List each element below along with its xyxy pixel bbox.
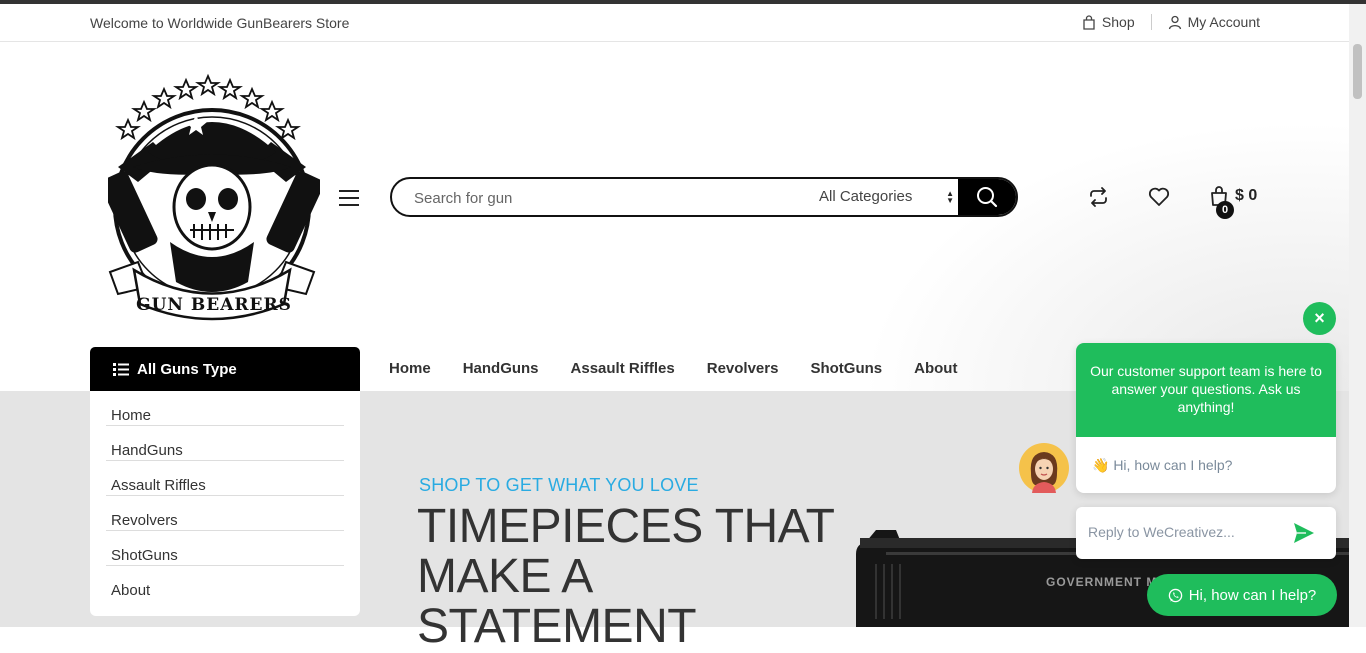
all-guns-type-label: All Guns Type — [137, 360, 237, 378]
logo-text: GUN BEARERS — [136, 295, 292, 315]
select-arrows-icon: ▲ ▼ — [946, 189, 954, 205]
hero-title: TIMEPIECES THAT MAKE A STATEMENT — [417, 500, 834, 653]
page-scrollbar[interactable] — [1349, 4, 1366, 627]
shop-link-label: Shop — [1101, 14, 1135, 30]
shopping-bag-icon — [1083, 14, 1095, 30]
menu-toggle-button[interactable] — [339, 190, 359, 206]
category-item-handguns[interactable]: HandGuns — [106, 426, 344, 461]
cart-count-badge: 0 — [1216, 201, 1234, 219]
all-guns-type-button[interactable]: All Guns Type — [90, 347, 360, 391]
category-select[interactable]: All Categories ▲ ▼ — [819, 179, 954, 215]
nav-handguns[interactable]: HandGuns — [463, 360, 539, 377]
scrollbar-thumb[interactable] — [1353, 44, 1362, 99]
wishlist-heart-icon[interactable] — [1148, 187, 1170, 207]
nav-revolvers[interactable]: Revolvers — [707, 360, 779, 377]
chat-support-message: Our customer support team is here to ans… — [1076, 343, 1336, 437]
shop-link[interactable]: Shop — [1082, 14, 1135, 30]
nav-shotguns[interactable]: ShotGuns — [810, 360, 882, 377]
category-item-home[interactable]: Home — [106, 391, 344, 426]
main-navigation: Home HandGuns Assault Riffles Revolvers … — [389, 360, 957, 377]
user-icon — [1168, 15, 1181, 29]
whatsapp-icon — [1168, 588, 1182, 602]
search-input[interactable] — [412, 179, 796, 215]
cart-total[interactable]: $ 0 — [1235, 187, 1257, 205]
list-icon — [113, 362, 129, 376]
send-icon[interactable] — [1292, 521, 1316, 545]
chat-launch-label: Hi, how can I help? — [1188, 586, 1317, 604]
category-item-assault-riffles[interactable]: Assault Riffles — [106, 461, 344, 496]
search-icon — [977, 187, 998, 208]
welcome-text: Welcome to Worldwide GunBearers Store — [90, 15, 350, 31]
my-account-link[interactable]: My Account — [1168, 14, 1260, 30]
search-bar: All Categories ▲▼ — [390, 177, 1018, 217]
chat-reply-box: Reply to WeCreativez... — [1076, 507, 1336, 559]
top-links: Shop My Account — [1082, 14, 1260, 30]
my-account-label: My Account — [1187, 14, 1260, 30]
gun-bearers-logo[interactable]: GUN BEARERS — [108, 72, 320, 322]
nav-about[interactable]: About — [914, 360, 957, 377]
category-select-value: All Categories — [819, 188, 913, 205]
chat-launch-button[interactable]: Hi, how can I help? — [1147, 574, 1337, 616]
nav-assault-riffles[interactable]: Assault Riffles — [571, 360, 675, 377]
support-agent-avatar — [1019, 443, 1069, 493]
chat-close-button[interactable]: × — [1303, 302, 1336, 335]
category-item-about[interactable]: About — [106, 566, 344, 601]
category-item-revolvers[interactable]: Revolvers — [106, 496, 344, 531]
chat-greeting: 👋 Hi, how can I help? — [1092, 457, 1233, 473]
category-menu-list: Home HandGuns Assault Riffles Revolvers … — [90, 391, 360, 616]
top-bar: Welcome to Worldwide GunBearers Store Sh… — [0, 4, 1349, 42]
compare-icon[interactable] — [1088, 187, 1109, 207]
hero-subtitle: SHOP TO GET WHAT YOU LOVE — [419, 475, 699, 495]
top-links-divider — [1150, 14, 1152, 30]
category-item-shotguns[interactable]: ShotGuns — [106, 531, 344, 566]
chat-popup: Our customer support team is here to ans… — [1076, 343, 1336, 493]
nav-home[interactable]: Home — [389, 360, 431, 377]
search-button[interactable] — [958, 179, 1016, 215]
chat-reply-input[interactable]: Reply to WeCreativez... — [1088, 524, 1235, 540]
